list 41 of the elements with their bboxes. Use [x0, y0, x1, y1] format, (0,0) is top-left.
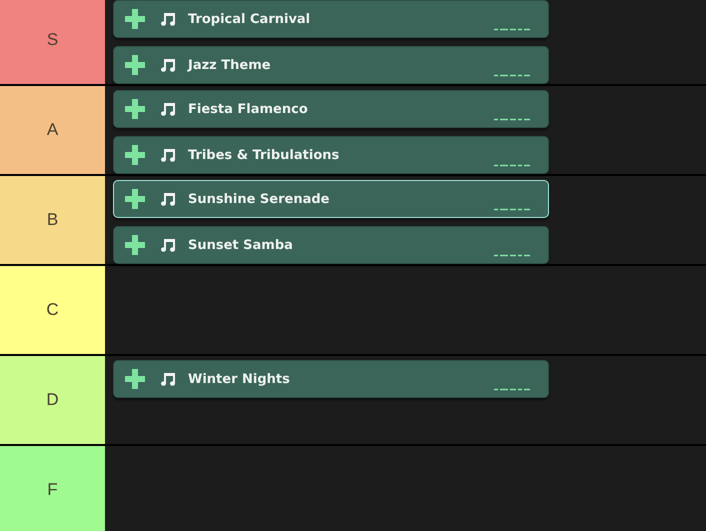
music-note-icon	[160, 57, 176, 73]
music-note-icon	[160, 11, 176, 27]
music-note-icon	[160, 101, 176, 117]
plus-icon[interactable]	[124, 368, 146, 390]
dash-marks-icon	[494, 118, 530, 121]
dash-marks-icon	[494, 254, 530, 257]
song-card[interactable]: Sunset Samba	[113, 226, 549, 264]
song-card[interactable]: Winter Nights	[113, 360, 549, 398]
plus-icon[interactable]	[124, 144, 146, 166]
tier-label: B	[0, 176, 105, 264]
music-note-icon	[160, 371, 176, 387]
music-note-icon	[160, 237, 176, 253]
dash-marks-icon	[494, 164, 530, 167]
song-title: Tribes & Tribulations	[188, 148, 340, 162]
music-note-icon	[160, 147, 176, 163]
dash-marks-icon	[494, 388, 530, 391]
dash-marks-icon	[494, 208, 530, 211]
plus-icon[interactable]	[124, 8, 146, 30]
song-title: Winter Nights	[188, 372, 290, 386]
song-title: Tropical Carnival	[188, 12, 310, 26]
tier-label: A	[0, 86, 105, 174]
song-title: Jazz Theme	[188, 58, 271, 72]
tier-label: S	[0, 0, 105, 84]
song-title: Fiesta Flamenco	[188, 102, 308, 116]
song-card[interactable]: Fiesta Flamenco	[113, 90, 549, 128]
tier-label: D	[0, 356, 105, 444]
plus-icon[interactable]	[124, 54, 146, 76]
music-note-icon	[160, 191, 176, 207]
song-card[interactable]: Tribes & Tribulations	[113, 136, 549, 174]
dash-marks-icon	[494, 28, 530, 31]
plus-icon[interactable]	[124, 188, 146, 210]
song-card[interactable]: Sunshine Serenade	[113, 180, 549, 218]
plus-icon[interactable]	[124, 234, 146, 256]
dash-marks-icon	[494, 74, 530, 77]
song-card[interactable]: Tropical Carnival	[113, 0, 549, 38]
song-title: Sunset Samba	[188, 238, 293, 252]
song-card[interactable]: Jazz Theme	[113, 46, 549, 84]
tier-label: C	[0, 266, 105, 354]
song-title: Sunshine Serenade	[188, 192, 330, 206]
plus-icon[interactable]	[124, 98, 146, 120]
tier-label: F	[0, 446, 105, 531]
